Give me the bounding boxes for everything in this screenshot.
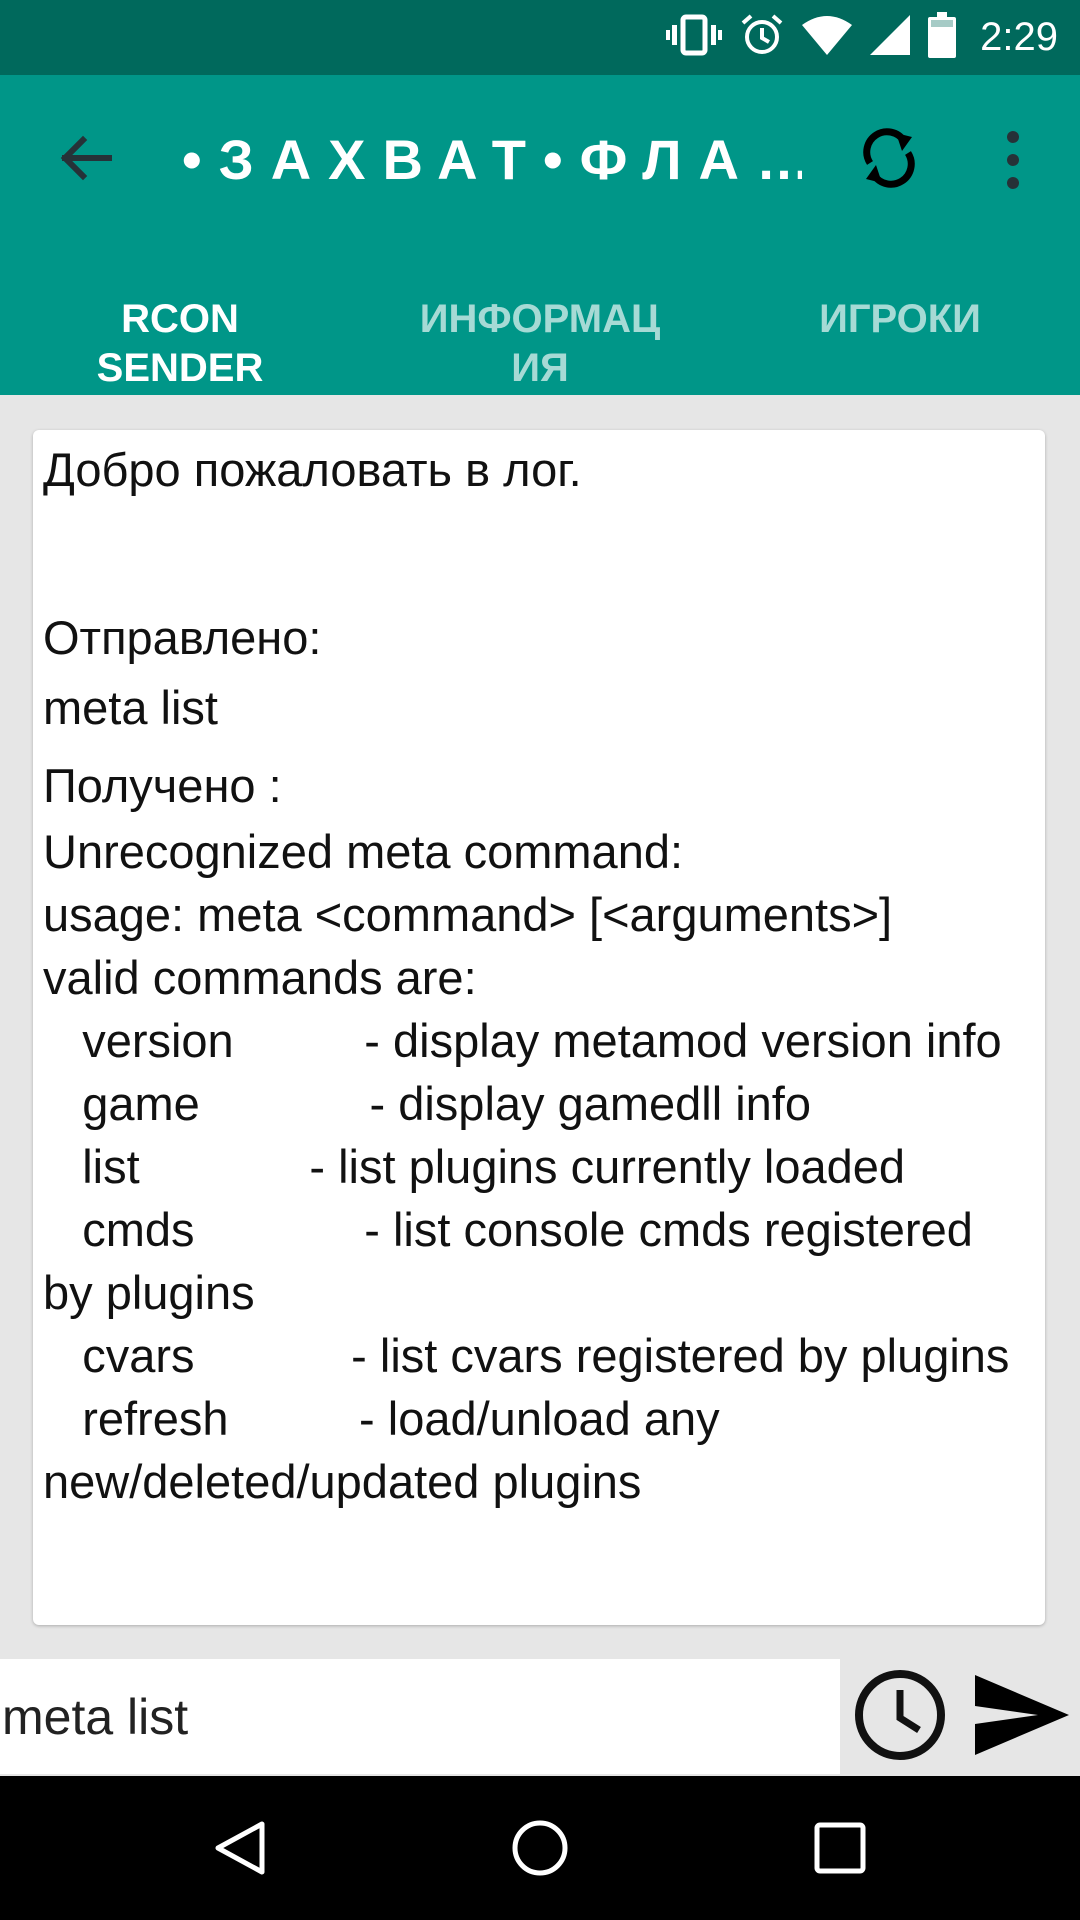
status-time: 2:29 <box>980 15 1058 59</box>
more-vert-icon <box>998 131 1028 197</box>
nav-home-button[interactable] <box>510 1818 570 1878</box>
status-icons: 2:29 <box>666 0 1058 75</box>
wifi-icon <box>802 15 853 60</box>
nav-recents-button[interactable] <box>810 1818 870 1878</box>
tab-bar: RCON SENDER ИНФОРМАЦ ИЯ ИГРОКИ <box>0 287 1080 395</box>
tab-information[interactable]: ИНФОРМАЦ ИЯ <box>360 287 720 395</box>
overflow-menu-button[interactable] <box>998 127 1028 193</box>
tab-rcon-sender[interactable]: RCON SENDER <box>0 287 360 395</box>
refresh-button[interactable] <box>856 125 922 191</box>
log-sent-command: meta list <box>43 681 218 734</box>
refresh-icon <box>856 128 922 195</box>
battery-icon <box>928 12 957 63</box>
log-received-label: Получено : <box>43 759 282 812</box>
command-input[interactable] <box>0 1659 840 1774</box>
send-icon <box>972 1675 1072 1762</box>
app-toolbar: •ЗАХВАТ•ФЛА… RCON SENDER ИНФОРМАЦ ИЯ ИГР… <box>0 75 1080 395</box>
signal-icon <box>870 15 911 60</box>
log-sent-label: Отправлено: <box>43 611 322 664</box>
tab-label: ИГРОКИ <box>819 297 981 341</box>
log-welcome: Добро пожаловать в лог. <box>43 443 582 496</box>
tab-label: ИНФОРМАЦ ИЯ <box>419 297 661 390</box>
tab-players[interactable]: ИГРОКИ <box>720 287 1080 395</box>
nav-back-button[interactable] <box>210 1818 270 1878</box>
command-input-container <box>0 1659 840 1774</box>
status-bar: 2:29 <box>0 0 1080 75</box>
tab-label: RCON SENDER <box>96 297 264 390</box>
arrow-back-icon <box>55 135 115 192</box>
square-recents-icon <box>810 1822 870 1882</box>
circle-home-icon <box>510 1820 570 1882</box>
system-navigation-bar <box>0 1776 1080 1920</box>
vibrate-icon <box>666 13 723 62</box>
log-response: Unrecognized meta command: usage: meta <… <box>43 825 1010 1508</box>
triangle-back-icon <box>210 1821 270 1882</box>
back-button[interactable] <box>55 128 115 188</box>
history-button[interactable] <box>853 1668 947 1762</box>
log-panel[interactable]: Добро пожаловать в лог. Отправлено: meta… <box>33 430 1045 1625</box>
send-button[interactable] <box>972 1672 1072 1758</box>
toolbar-title: •ЗАХВАТ•ФЛА… <box>182 128 802 191</box>
alarm-icon <box>740 13 784 62</box>
clock-icon <box>853 1670 947 1766</box>
